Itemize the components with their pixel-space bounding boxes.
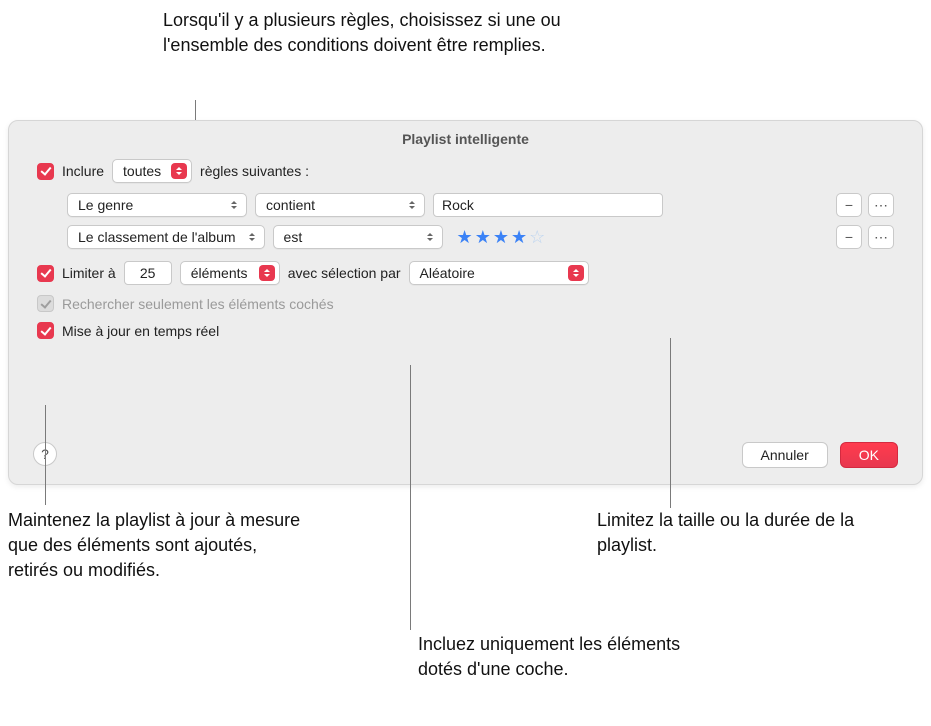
remove-rule-button[interactable]: −	[836, 225, 862, 249]
star-empty-icon: ☆	[529, 228, 545, 246]
callout-live-update: Maintenez la playlist à jour à mesure qu…	[8, 508, 308, 584]
only-checked-label: Rechercher seulement les éléments cochés	[62, 296, 334, 312]
minus-icon: −	[845, 197, 853, 213]
chevron-updown-icon	[226, 197, 242, 213]
ok-button[interactable]: OK	[840, 442, 898, 468]
rule-operator-select[interactable]: est	[273, 225, 443, 249]
rule-operator-value: est	[284, 229, 303, 245]
only-checked-checkbox[interactable]	[37, 295, 54, 312]
rule-field-select[interactable]: Le classement de l'album	[67, 225, 265, 249]
limit-unit-select[interactable]: éléments	[180, 261, 280, 285]
remove-rule-button[interactable]: −	[836, 193, 862, 217]
limit-by-select[interactable]: Aléatoire	[409, 261, 589, 285]
star-icon: ★	[493, 228, 509, 246]
rules-block: Le genre contient Rock − ⋯ Le clas	[67, 193, 894, 249]
rule-operator-value: contient	[266, 197, 315, 213]
rule-value-input[interactable]: Rock	[433, 193, 663, 217]
include-row: Inclure toutes règles suivantes :	[37, 159, 894, 183]
callout-top: Lorsqu'il y a plusieurs règles, choisiss…	[163, 8, 643, 58]
cancel-label: Annuler	[761, 447, 809, 463]
cancel-button[interactable]: Annuler	[742, 442, 828, 468]
limit-label: Limiter à	[62, 265, 116, 281]
rule-value-text: Rock	[442, 197, 474, 213]
rule-field-value: Le genre	[78, 197, 133, 213]
dialog-title: Playlist intelligente	[9, 121, 922, 159]
ellipsis-icon: ⋯	[874, 229, 888, 246]
ok-label: OK	[859, 447, 879, 463]
match-mode-select[interactable]: toutes	[112, 159, 192, 183]
chevron-updown-icon	[422, 229, 438, 245]
only-checked-row: Rechercher seulement les éléments cochés	[37, 295, 894, 312]
match-mode-value: toutes	[123, 163, 161, 179]
smart-playlist-dialog: Playlist intelligente Inclure toutes règ…	[8, 120, 923, 485]
star-icon: ★	[511, 228, 527, 246]
rule-field-value: Le classement de l'album	[78, 229, 236, 245]
callout-line	[670, 338, 671, 508]
include-label-before: Inclure	[62, 163, 104, 179]
dialog-footer: Annuler OK	[742, 442, 899, 468]
chevron-updown-icon	[404, 197, 420, 213]
star-icon: ★	[457, 228, 473, 246]
rule-operator-select[interactable]: contient	[255, 193, 425, 217]
limit-by-value: Aléatoire	[420, 265, 475, 281]
live-update-label: Mise à jour en temps réel	[62, 323, 219, 339]
chevron-updown-icon	[244, 229, 260, 245]
rule-options-button[interactable]: ⋯	[868, 225, 894, 249]
callout-only-checked: Incluez uniquement les éléments dotés d'…	[418, 632, 718, 682]
live-update-row: Mise à jour en temps réel	[37, 322, 894, 339]
limit-checkbox[interactable]	[37, 265, 54, 282]
limit-unit-value: éléments	[191, 265, 248, 281]
rule-options-button[interactable]: ⋯	[868, 193, 894, 217]
rule-row: Le classement de l'album est ★ ★ ★ ★ ☆ −…	[67, 225, 894, 249]
chevron-updown-icon	[259, 265, 275, 281]
rule-star-rating[interactable]: ★ ★ ★ ★ ☆	[451, 228, 546, 246]
minus-icon: −	[845, 229, 853, 245]
rule-field-select[interactable]: Le genre	[67, 193, 247, 217]
ellipsis-icon: ⋯	[874, 197, 888, 214]
rule-row: Le genre contient Rock − ⋯	[67, 193, 894, 217]
chevron-updown-icon	[171, 163, 187, 179]
include-label-after: règles suivantes :	[200, 163, 309, 179]
include-checkbox[interactable]	[37, 163, 54, 180]
limit-row: Limiter à 25 éléments avec sélection par…	[37, 261, 894, 285]
limit-count-value: 25	[140, 265, 156, 281]
callout-line	[410, 365, 411, 630]
chevron-updown-icon	[568, 265, 584, 281]
limit-by-label: avec sélection par	[288, 265, 401, 281]
live-update-checkbox[interactable]	[37, 322, 54, 339]
callout-line	[45, 405, 46, 505]
star-icon: ★	[475, 228, 491, 246]
callout-limit: Limitez la taille ou la durée de la play…	[597, 508, 857, 558]
limit-count-input[interactable]: 25	[124, 261, 172, 285]
